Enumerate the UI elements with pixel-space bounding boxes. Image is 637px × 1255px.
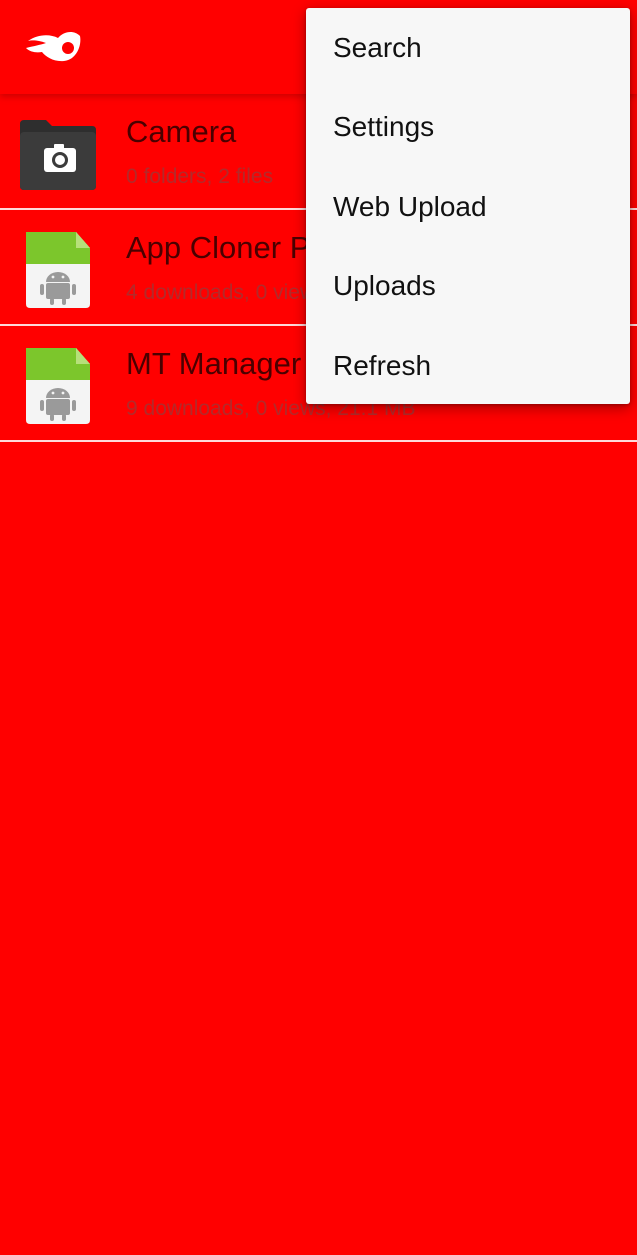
item-subtitle: 0 folders, 2 files (126, 165, 274, 188)
overflow-menu: Search Settings Web Upload Uploads Refre… (306, 8, 630, 404)
menu-item-settings[interactable]: Settings (306, 87, 630, 166)
camera-folder-icon (20, 120, 96, 190)
item-title: MT Manager (126, 346, 302, 381)
apk-file-icon (26, 232, 90, 308)
menu-item-search[interactable]: Search (306, 8, 630, 87)
item-title: Camera (126, 114, 237, 149)
mediafire-flame-icon[interactable] (24, 28, 82, 66)
menu-item-refresh[interactable]: Refresh (306, 326, 630, 405)
menu-item-web-upload[interactable]: Web Upload (306, 167, 630, 246)
menu-item-uploads[interactable]: Uploads (306, 246, 630, 325)
apk-file-icon (26, 348, 90, 424)
